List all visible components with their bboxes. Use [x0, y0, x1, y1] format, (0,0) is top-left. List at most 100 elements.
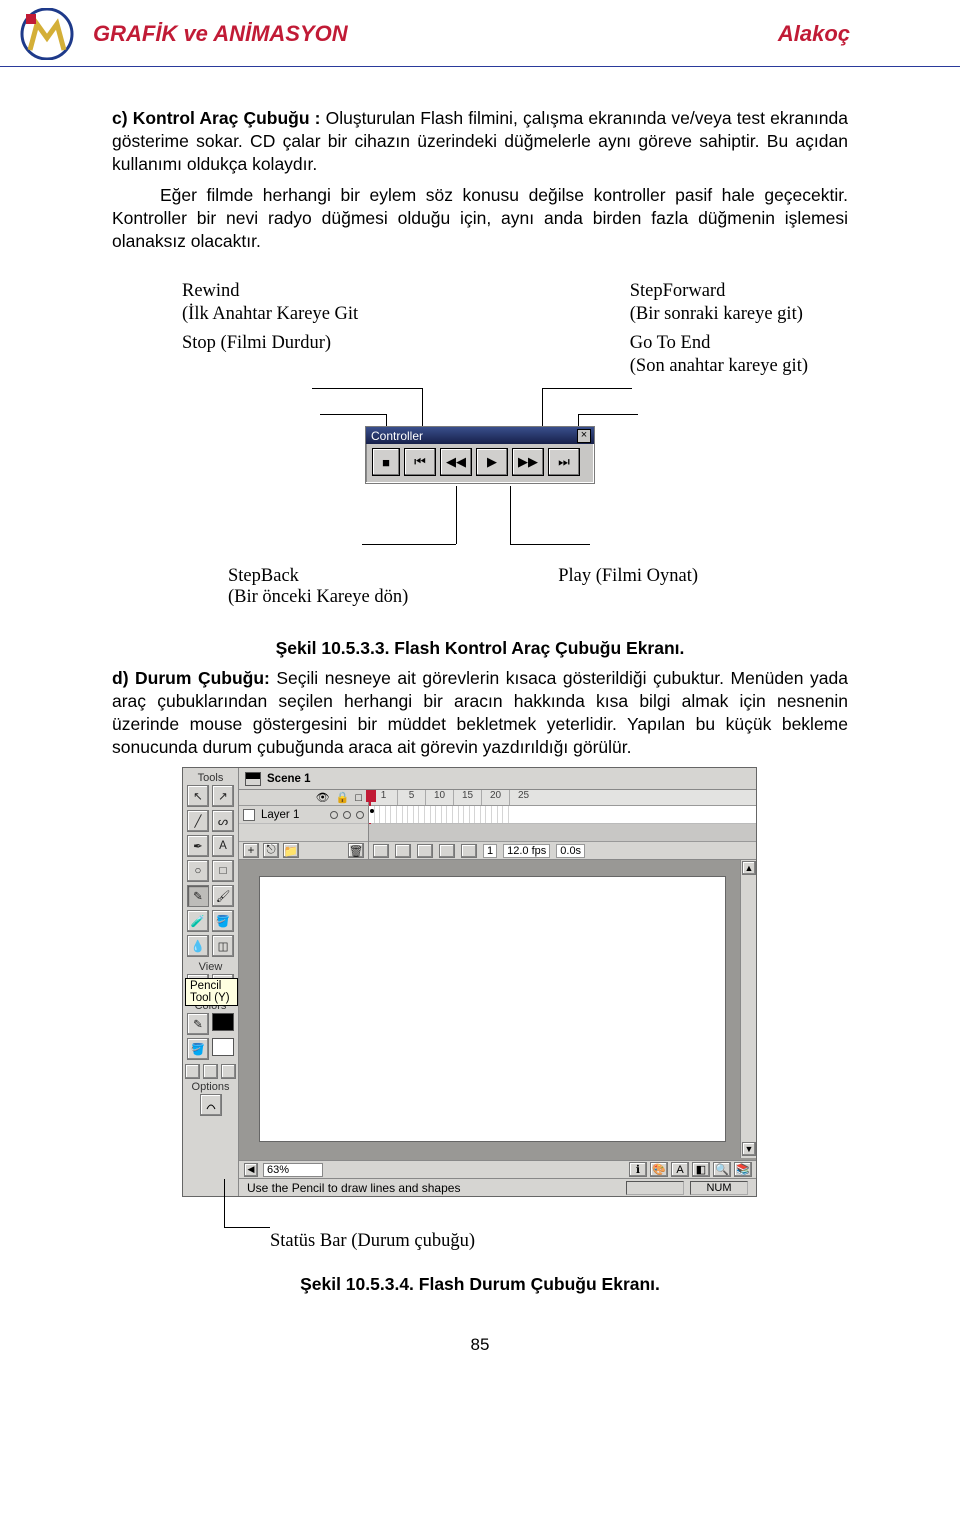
edit-frames-icon[interactable]	[439, 844, 455, 858]
no-color-icon[interactable]	[203, 1064, 218, 1079]
oval-tool-icon[interactable]: ○	[187, 860, 209, 882]
timeline-ruler: 1 5 10 15 20 25	[369, 790, 756, 806]
layer-name: Layer 1	[261, 809, 299, 821]
pencil-tool-icon[interactable]: ✎	[187, 885, 209, 907]
label-stepback-title: StepBack	[228, 566, 408, 587]
layers-header: 👁 🔒 □	[239, 790, 368, 806]
para1-lead: c) Kontrol Araç Çubuğu :	[112, 108, 326, 128]
stop-button[interactable]: ■	[372, 448, 400, 476]
eyedropper-tool-icon[interactable]: 💧	[187, 935, 209, 957]
text-tool-icon[interactable]: A	[212, 835, 234, 857]
tick-5: 5	[397, 790, 425, 805]
paragraph-1: c) Kontrol Araç Çubuğu : Oluşturulan Fla…	[112, 107, 848, 176]
label-rewind-title: Rewind	[182, 280, 358, 303]
modify-onion-icon[interactable]	[461, 844, 477, 858]
info-panel-icon[interactable]: ℹ	[629, 1162, 647, 1177]
scene-name: Scene 1	[267, 773, 310, 785]
stepback-button[interactable]: ◀◀	[440, 448, 472, 476]
vertical-scrollbar[interactable]: ▲ ▼	[740, 860, 756, 1158]
add-guide-icon[interactable]: ⎋	[263, 843, 279, 858]
zoom-input[interactable]: 63%	[263, 1163, 323, 1177]
controller-titlebar: Controller ×	[366, 427, 594, 444]
timeline-status: 1 12.0 fps 0.0s	[369, 841, 756, 859]
options-label: Options	[192, 1081, 230, 1093]
tick-20: 20	[481, 790, 509, 805]
label-stepfwd-title: StepForward	[630, 280, 808, 303]
close-icon[interactable]: ×	[577, 429, 591, 443]
stroke-swatch[interactable]	[212, 1013, 234, 1031]
controller-title: Controller	[369, 429, 423, 443]
mixer-panel-icon[interactable]: 🎨	[650, 1162, 668, 1177]
layer-row[interactable]: Layer 1	[239, 806, 368, 824]
controller-labels-top: Rewind (İlk Anahtar Kareye Git Stop (Fil…	[182, 280, 808, 379]
character-panel-icon[interactable]: A	[671, 1162, 689, 1177]
center-frame-icon[interactable]	[373, 844, 389, 858]
default-colors-icon[interactable]	[185, 1064, 200, 1079]
current-frame: 1	[483, 844, 497, 858]
eraser-tool-icon[interactable]: ◫	[212, 935, 234, 957]
add-layer-icon[interactable]: +	[243, 843, 259, 858]
label-rewind-sub: (İlk Anahtar Kareye Git	[182, 303, 358, 326]
delete-layer-icon[interactable]: 🗑	[348, 843, 364, 858]
main-content: c) Kontrol Araç Çubuğu : Oluşturulan Fla…	[0, 67, 960, 1355]
controller-diagram: Rewind (İlk Anahtar Kareye Git Stop (Fil…	[112, 280, 848, 609]
paintbucket-tool-icon[interactable]: 🪣	[212, 910, 234, 932]
movie-explorer-icon[interactable]: 🔍	[713, 1162, 731, 1177]
line-tool-icon[interactable]: ╱	[187, 810, 209, 832]
inkbottle-tool-icon[interactable]: 🧪	[187, 910, 209, 932]
options-grid	[200, 1094, 222, 1116]
statusbar-label: Statüs Bar (Durum çubuğu)	[270, 1231, 848, 1252]
view-label: View	[199, 961, 223, 973]
tick-25: 25	[509, 790, 537, 805]
figure-caption-2: Şekil 10.5.3.4. Flash Durum Çubuğu Ekran…	[112, 1274, 848, 1295]
scroll-down-icon[interactable]: ▼	[742, 1142, 756, 1156]
status-leader-line	[182, 1199, 882, 1231]
lock-icon[interactable]: 🔒	[336, 791, 350, 804]
numlock-indicator: NUM	[690, 1181, 748, 1195]
label-stepback-sub: (Bir önceki Kareye dön)	[228, 587, 408, 608]
swap-colors-icon[interactable]	[221, 1064, 236, 1079]
tooltip: Pencil Tool (Y)	[185, 978, 238, 1006]
arrow-tool-icon[interactable]: ↖	[187, 785, 209, 807]
fill-swatch[interactable]	[212, 1038, 234, 1056]
onion-outline-icon[interactable]	[417, 844, 433, 858]
add-folder-icon[interactable]: 📁	[283, 843, 299, 858]
zoom-row: ◀ 63% ℹ 🎨 A ◧ 🔍 📚	[239, 1160, 756, 1178]
play-button[interactable]: ▶	[476, 448, 508, 476]
outline-icon[interactable]: □	[355, 792, 362, 804]
gotoend-button[interactable]: ⏭	[548, 448, 580, 476]
eye-icon[interactable]: 👁	[316, 791, 330, 804]
stage-area: ▲ ▼	[239, 860, 756, 1158]
page-header: GRAFİK ve ANİMASYON Alakoç	[0, 0, 960, 67]
scroll-up-icon[interactable]: ▲	[742, 861, 756, 875]
library-panel-icon[interactable]: 📚	[734, 1162, 752, 1177]
stage-canvas[interactable]	[259, 876, 726, 1142]
brush-tool-icon[interactable]: 🖌	[212, 885, 234, 907]
status-text: Use the Pencil to draw lines and shapes	[247, 1181, 460, 1195]
flash-app-screenshot: Tools ↖ ↗ ╱ ᔕ ✒ A ○ □ ✎ 🖌 🧪 🪣 💧 ◫ Pencil…	[182, 767, 757, 1197]
frames-row[interactable]	[369, 806, 756, 824]
leader-lines-top	[112, 380, 848, 426]
scene-clapper-icon[interactable]	[245, 772, 261, 786]
rect-tool-icon[interactable]: □	[212, 860, 234, 882]
leader-lines-bottom	[112, 486, 848, 566]
doc-title: GRAFİK ve ANİMASYON	[93, 21, 348, 47]
stepforward-button[interactable]: ▶▶	[512, 448, 544, 476]
launcher-bar: ℹ 🎨 A ◧ 🔍 📚	[629, 1162, 752, 1177]
instance-panel-icon[interactable]: ◧	[692, 1162, 710, 1177]
scroll-left-icon[interactable]: ◀	[244, 1163, 258, 1177]
label-stepback: StepBack (Bir önceki Kareye dön)	[228, 566, 408, 608]
status-bar: Use the Pencil to draw lines and shapes …	[239, 1178, 756, 1196]
label-gotoend-sub: (Son anahtar kareye git)	[630, 355, 808, 378]
para2-lead: d) Durum Çubuğu:	[112, 668, 270, 688]
pen-tool-icon[interactable]: ✒	[187, 835, 209, 857]
subselect-tool-icon[interactable]: ↗	[212, 785, 234, 807]
colors-grid: ✎ 🪣	[187, 1013, 234, 1060]
onion-skin-icon[interactable]	[395, 844, 411, 858]
layer-tools: + ⎋ 📁 🗑	[239, 841, 368, 859]
fill-bucket-icon[interactable]: 🪣	[187, 1038, 209, 1060]
lasso-tool-icon[interactable]: ᔕ	[212, 810, 234, 832]
rewind-button[interactable]: ⏮	[404, 448, 436, 476]
pencil-mode-icon[interactable]	[200, 1094, 222, 1116]
stroke-pencil-icon[interactable]: ✎	[187, 1013, 209, 1035]
